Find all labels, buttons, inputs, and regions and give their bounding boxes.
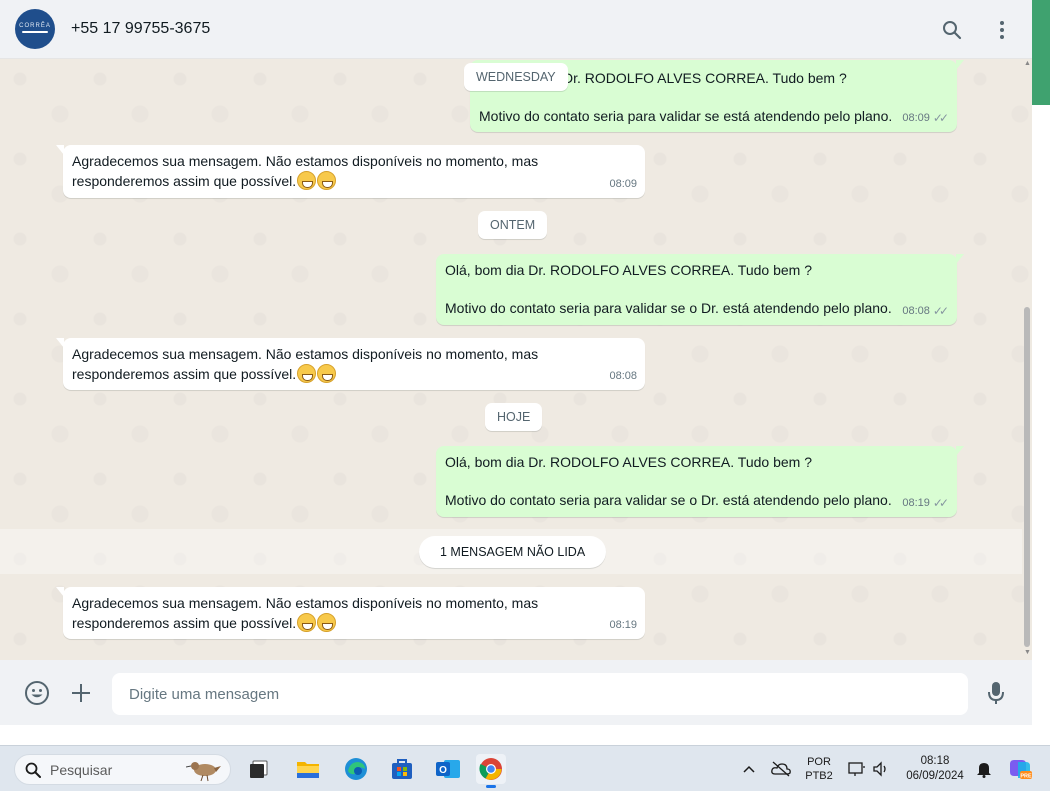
message-text: Agradecemos sua mensagem. Não estamos di… (72, 595, 539, 611)
message-time: 08:19 (902, 497, 930, 509)
message-time: 08:19 (609, 619, 637, 631)
grinning-emoji-icon (297, 171, 317, 190)
message-text: Olá, bom dia Dr. RODOLFO ALVES CORREA. T… (445, 262, 812, 278)
grinning-emoji-icon (317, 364, 337, 383)
message-meta: 08:08 ✓✓ (902, 302, 949, 321)
date-divider: WEDNESDAY (464, 63, 568, 91)
onedrive-offline-icon[interactable] (768, 746, 794, 791)
grinning-emoji-icon (297, 613, 317, 632)
message-text: Motivo do contato seria para validar se … (445, 492, 892, 508)
message-text: Agradecemos sua mensagem. Não estamos di… (72, 153, 539, 169)
contact-name[interactable]: +55 17 99755-3675 (71, 20, 210, 38)
chat-scrollbar[interactable]: ▲ ▼ (1022, 59, 1032, 660)
message-meta: 08:08 (609, 367, 637, 386)
message-meta: 08:09 ✓✓ (902, 109, 949, 128)
file-explorer-icon[interactable] (293, 754, 323, 784)
contact-avatar[interactable]: CORRÊA (15, 9, 55, 49)
grinning-emoji-icon (317, 613, 337, 632)
show-hidden-icons-chevron-icon[interactable] (739, 746, 759, 791)
copilot-badge: PRE (1020, 774, 1032, 780)
message-text: Motivo do contato seria para validar se … (445, 300, 892, 316)
grinning-emoji-icon (317, 171, 337, 190)
avatar-text: CORRÊA (19, 23, 51, 29)
taskbar-clock[interactable]: 08:18 06/09/2024 (900, 746, 970, 791)
message-incoming[interactable]: Agradecemos sua mensagem. Não estamos di… (56, 587, 645, 639)
message-time: 08:09 (609, 178, 637, 190)
read-ticks-icon: ✓✓ (932, 304, 949, 318)
grinning-emoji-icon (297, 364, 317, 383)
search-icon[interactable] (942, 20, 962, 40)
message-input[interactable] (112, 673, 968, 715)
emoji-icon[interactable] (24, 680, 50, 706)
window-edge (1032, 0, 1050, 745)
message-text: responderemos assim que possível. (72, 173, 297, 189)
task-view-icon[interactable] (244, 754, 274, 784)
message-outgoing[interactable]: Olá, bom dia Dr. RODOLFO ALVES CORREA. T… (436, 446, 964, 517)
volume-icon[interactable] (870, 746, 892, 791)
edge-browser-icon[interactable] (341, 754, 371, 784)
message-time: 08:08 (902, 305, 930, 317)
message-meta: 08:19 ✓✓ (902, 494, 949, 513)
date-divider: ONTEM (478, 211, 548, 239)
unread-divider: 1 MENSAGEM NÃO LIDA (419, 536, 607, 568)
message-composer (0, 660, 1032, 725)
windows-taskbar: Pesquisar O POR PTB2 08:18 06/09/2024 PR… (0, 745, 1050, 791)
read-ticks-icon: ✓✓ (932, 111, 949, 125)
message-meta: 08:09 (609, 175, 637, 194)
chat-header: CORRÊA +55 17 99755-3675 (0, 0, 1032, 59)
copilot-icon[interactable]: PRE (1005, 746, 1035, 791)
message-text: Agradecemos sua mensagem. Não estamos di… (72, 346, 539, 362)
message-text: responderemos assim que possível. (72, 615, 297, 631)
microsoft-store-icon[interactable] (387, 754, 417, 784)
bird-illustration-icon (186, 762, 221, 782)
language-indicator[interactable]: POR PTB2 (802, 746, 836, 791)
message-outgoing[interactable]: Olá, bom dia Dr. RODOLFO ALVES CORREA. T… (436, 254, 964, 325)
message-text: Motivo do contato seria para validar se … (479, 108, 893, 124)
scroll-thumb[interactable] (1024, 307, 1030, 647)
message-time: 08:09 (902, 112, 930, 124)
keyboard-layout: PTB2 (805, 770, 833, 782)
message-text: responderemos assim que possível. (72, 366, 297, 382)
chat-area[interactable]: Dr. RODOLFO ALVES CORREA. Tudo bem ? Mot… (0, 59, 1032, 660)
search-label: Pesquisar (50, 761, 113, 778)
search-icon (25, 762, 41, 778)
outlook-icon[interactable]: O (433, 754, 463, 784)
notification-bell-icon[interactable] (974, 746, 994, 791)
network-icon[interactable] (846, 746, 868, 791)
message-incoming[interactable]: Agradecemos sua mensagem. Não estamos di… (56, 145, 645, 198)
clock-time: 08:18 (920, 755, 950, 767)
clock-date: 06/09/2024 (906, 770, 964, 782)
scroll-down-icon[interactable]: ▼ (1024, 649, 1031, 656)
taskbar-search[interactable]: Pesquisar (14, 754, 231, 785)
read-ticks-icon: ✓✓ (932, 496, 949, 510)
message-time: 08:08 (609, 370, 637, 382)
date-divider: HOJE (485, 403, 543, 431)
message-text: Olá, bom dia Dr. RODOLFO ALVES CORREA. T… (445, 454, 812, 470)
language-code: POR (807, 756, 831, 768)
window-bottom-edge (0, 725, 1050, 745)
scroll-up-icon[interactable]: ▲ (1024, 60, 1031, 67)
message-meta: 08:19 (609, 616, 637, 635)
attach-plus-icon[interactable] (68, 680, 94, 706)
menu-dots-icon[interactable] (992, 20, 1012, 40)
microphone-icon[interactable] (983, 680, 1009, 706)
svg-text:O: O (439, 765, 447, 776)
message-incoming[interactable]: Agradecemos sua mensagem. Não estamos di… (56, 338, 645, 390)
chrome-browser-icon[interactable] (476, 754, 506, 788)
